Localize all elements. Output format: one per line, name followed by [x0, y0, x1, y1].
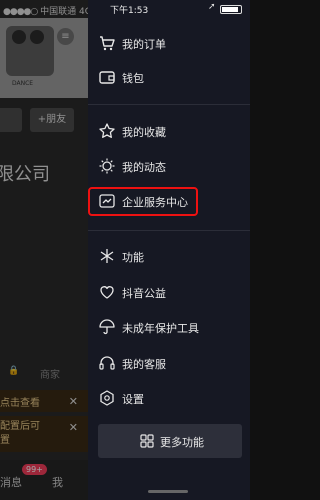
home-indicator	[148, 490, 188, 493]
menu-item-label: 我的动态	[122, 161, 166, 174]
menu-item-activity[interactable]: 我的动态	[88, 155, 250, 179]
cart-icon	[100, 36, 115, 51]
menu-item-settings[interactable]: 设置	[88, 387, 250, 411]
umbrella-icon	[99, 319, 115, 335]
menu-item-customer-service[interactable]: 我的客服	[88, 352, 250, 376]
menu-item-label: 钱包	[122, 72, 144, 85]
menu-item-label: 功能	[122, 251, 144, 264]
menu-item-orders[interactable]: 我的订单	[88, 32, 250, 56]
sun-icon	[99, 158, 115, 174]
menu-item-label: 我的订单	[122, 38, 166, 51]
menu-item-features[interactable]: 功能	[88, 245, 250, 269]
heart-icon	[100, 286, 114, 299]
background-app: ●●●●○ 中国联通 4G DANCE ≡ +朋友 限公司 🔒 商家 点击查看 …	[0, 0, 88, 500]
menu-item-favorites[interactable]: 我的收藏	[88, 120, 250, 144]
divider	[88, 104, 250, 105]
grid-icon	[140, 434, 154, 448]
more-features-button[interactable]: 更多功能	[98, 424, 242, 458]
status-bar: 下午1:53 ➚	[88, 0, 250, 18]
menu-item-label: 我的客服	[122, 358, 166, 371]
divider	[88, 230, 250, 231]
clock: 下午1:53	[110, 6, 149, 16]
menu-item-charity[interactable]: 抖音公益	[88, 281, 250, 305]
more-features-label: 更多功能	[160, 436, 204, 449]
wallet-icon	[99, 71, 115, 84]
menu-item-label: 我的收藏	[122, 126, 166, 139]
highlight-box	[88, 187, 198, 216]
menu-item-wallet[interactable]: 钱包	[88, 66, 250, 90]
menu-item-label: 未成年保护工具	[122, 322, 199, 335]
sparkle-icon	[100, 249, 114, 263]
battery-icon	[220, 5, 242, 14]
menu-item-minor-protection[interactable]: 未成年保护工具	[88, 316, 250, 340]
dim-overlay[interactable]	[0, 0, 88, 500]
location-icon: ➚	[208, 2, 216, 12]
menu-item-label: 抖音公益	[122, 287, 166, 300]
star-icon	[99, 123, 115, 138]
side-drawer: 下午1:53 ➚ 我的订单 钱包 我的收藏 我的动态 企业服务中心 功能 抖音公…	[88, 0, 250, 500]
headset-icon	[99, 356, 115, 370]
menu-item-label: 设置	[122, 393, 144, 406]
gear-icon	[100, 390, 114, 406]
